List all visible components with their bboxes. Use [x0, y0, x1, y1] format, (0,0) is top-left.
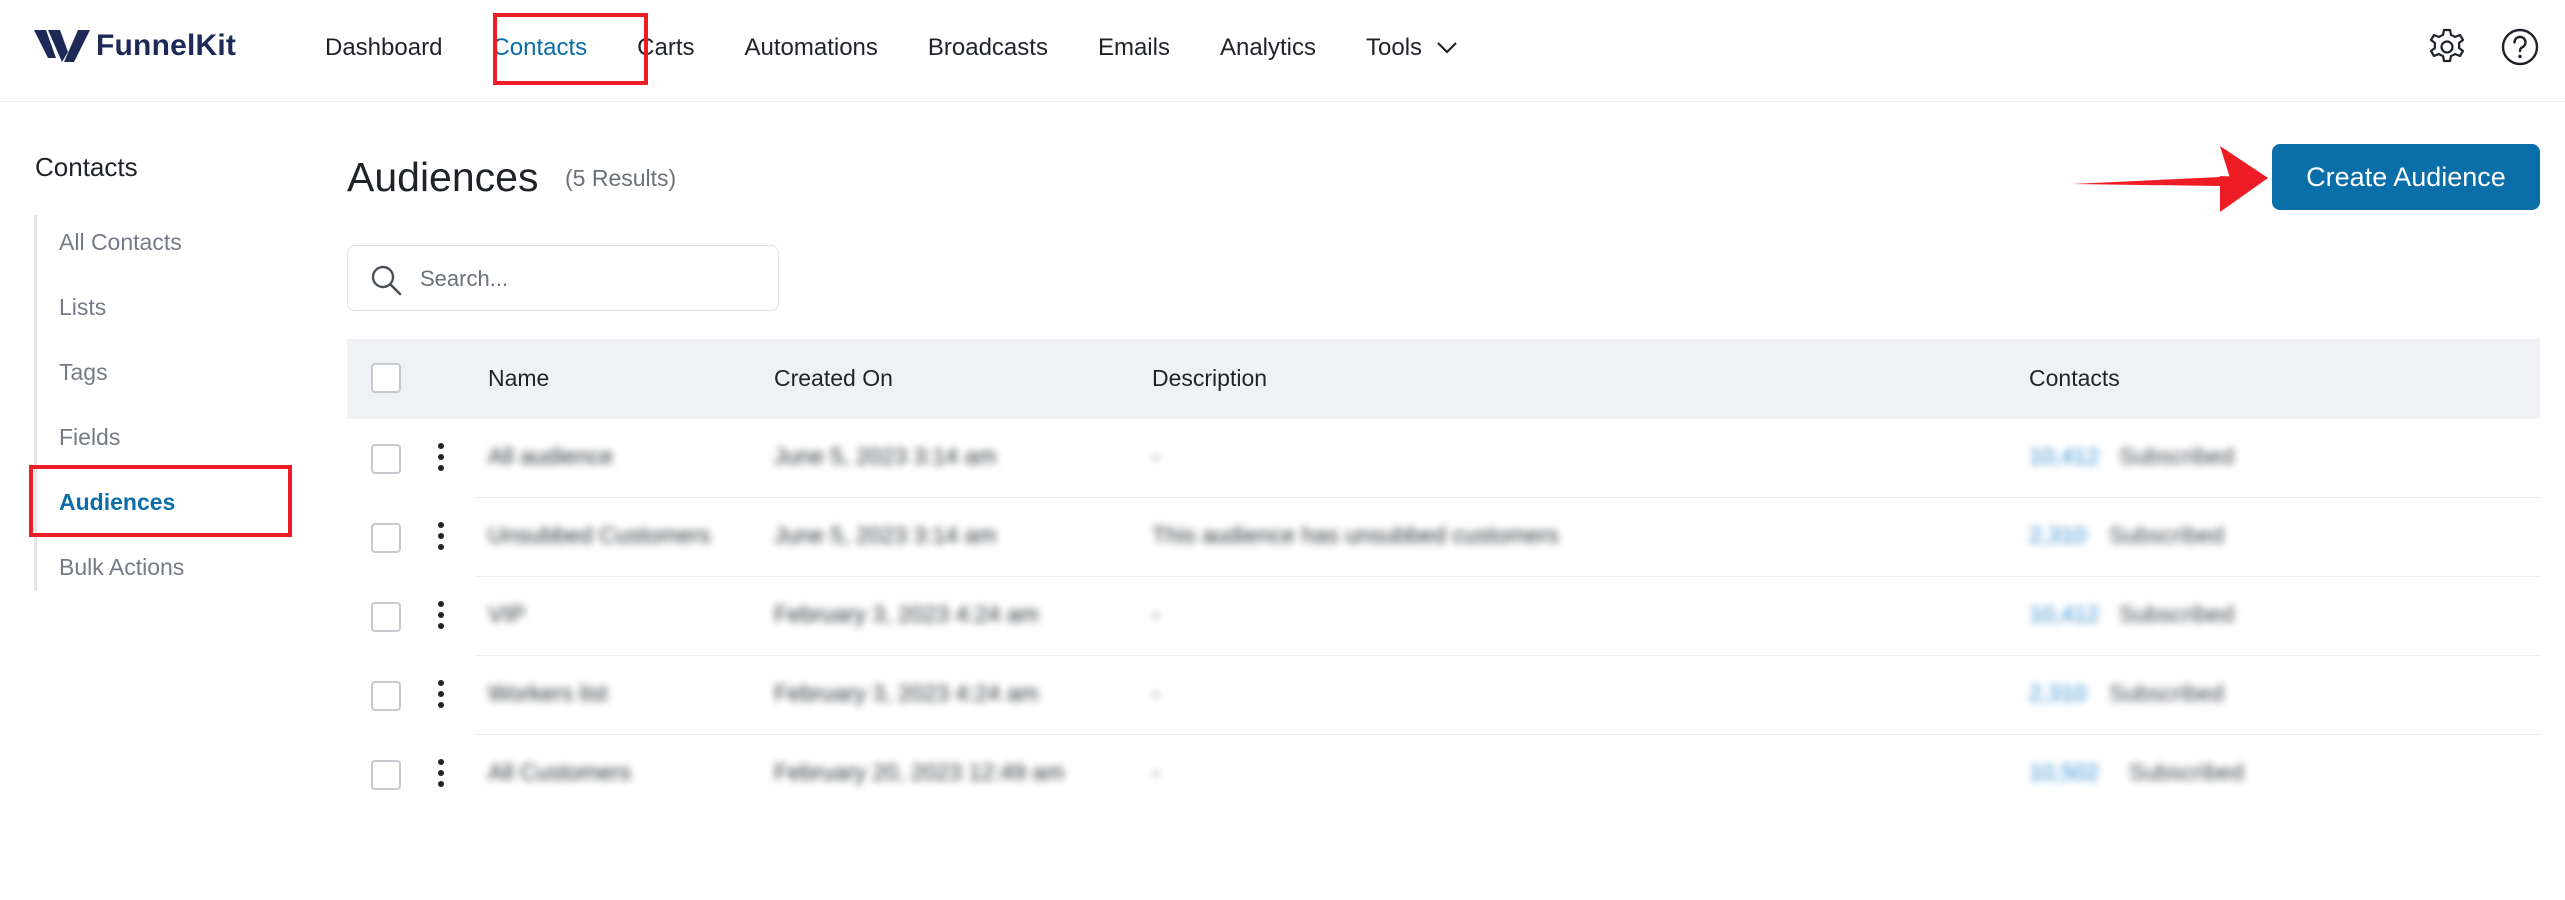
sidebar-item-lists[interactable]: Lists — [59, 294, 106, 321]
row-actions-icon[interactable] — [437, 522, 445, 552]
table-header: Name Created On Description Contacts — [347, 339, 2540, 419]
results-count: (5 Results) — [565, 165, 677, 191]
row-name[interactable]: VIP — [488, 601, 525, 628]
row-checkbox[interactable] — [371, 760, 401, 790]
column-header-description: Description — [1152, 365, 1268, 391]
row-actions-icon[interactable] — [437, 680, 445, 710]
red-arrow-annotation — [2072, 146, 2268, 212]
top-navigation-bar: FunnelKit Dashboard Contacts Carts Autom… — [0, 0, 2565, 102]
create-audience-button[interactable]: Create Audience — [2272, 144, 2540, 210]
row-created-on: June 5, 2023 3:14 am — [774, 522, 997, 548]
row-created-on: February 3, 2023 4:24 am — [774, 601, 1039, 627]
column-header-name[interactable]: Name — [488, 365, 549, 392]
row-description: This audience has unsubbed customers — [1152, 522, 1559, 548]
nav-tools[interactable]: Tools — [1341, 13, 1483, 83]
chevron-down-icon — [1437, 42, 1457, 54]
sidebar-item-tags[interactable]: Tags — [59, 359, 108, 386]
sidebar-item-audiences[interactable]: Audiences — [59, 489, 175, 516]
row-checkbox[interactable] — [371, 444, 401, 474]
row-contacts-label: Subscribed — [2109, 522, 2225, 548]
row-created-on: June 5, 2023 3:14 am — [774, 443, 997, 469]
funnelkit-logo[interactable]: FunnelKit — [34, 24, 236, 68]
search-box — [347, 245, 779, 311]
row-contacts-label: Subscribed — [2119, 601, 2235, 627]
sidebar-item-bulk-actions[interactable]: Bulk Actions — [59, 554, 184, 581]
row-created-on: February 20, 2023 12:49 am — [774, 759, 1065, 785]
row-description: - — [1152, 759, 1160, 785]
sidebar-item-fields[interactable]: Fields — [59, 424, 120, 451]
row-name[interactable]: All audience — [488, 443, 613, 470]
row-name[interactable]: All Customers — [488, 759, 631, 786]
row-actions-icon[interactable] — [437, 601, 445, 631]
sidebar-title: Contacts — [35, 152, 138, 182]
row-contacts-label: Subscribed — [2119, 443, 2235, 469]
row-checkbox[interactable] — [371, 523, 401, 553]
search-icon — [371, 265, 402, 296]
table-row[interactable]: All audience June 5, 2023 3:14 am - 10,4… — [347, 419, 2540, 498]
page-title: Audiences — [347, 154, 539, 200]
column-header-contacts: Contacts — [2029, 365, 2120, 391]
row-description: - — [1152, 601, 1160, 627]
table-row[interactable]: Workers list February 3, 2023 4:24 am - … — [347, 656, 2540, 735]
sidebar-rail — [34, 215, 37, 591]
row-contacts-label: Subscribed — [2129, 759, 2245, 785]
main-nav: Dashboard Contacts Carts Automations Bro… — [300, 0, 1483, 96]
select-all-checkbox[interactable] — [371, 363, 401, 393]
gear-icon[interactable] — [2427, 27, 2467, 67]
table-row[interactable]: Unsubbed Customers June 5, 2023 3:14 am … — [347, 498, 2540, 577]
nav-emails[interactable]: Emails — [1073, 13, 1195, 83]
row-checkbox[interactable] — [371, 681, 401, 711]
table-row[interactable]: VIP February 3, 2023 4:24 am - 10,412 Su… — [347, 577, 2540, 656]
funnelkit-logo-icon — [34, 30, 90, 62]
row-description: - — [1152, 443, 1160, 469]
nav-carts[interactable]: Carts — [612, 13, 719, 83]
row-contacts-count[interactable]: 10,502 — [2029, 759, 2099, 786]
nav-broadcasts[interactable]: Broadcasts — [903, 13, 1073, 83]
row-contacts-label: Subscribed — [2109, 680, 2225, 706]
search-input[interactable] — [420, 260, 760, 298]
row-actions-icon[interactable] — [437, 443, 445, 473]
help-icon[interactable] — [2500, 27, 2540, 67]
nav-dashboard[interactable]: Dashboard — [300, 13, 467, 83]
row-checkbox[interactable] — [371, 602, 401, 632]
sidebar-item-all-contacts[interactable]: All Contacts — [59, 229, 182, 256]
row-contacts-count[interactable]: 10,412 — [2029, 601, 2099, 628]
row-contacts-count[interactable]: 2,310 — [2029, 522, 2087, 549]
nav-tools-label: Tools — [1366, 34, 1423, 61]
row-contacts-count[interactable]: 10,412 — [2029, 443, 2099, 470]
column-header-created-on[interactable]: Created On — [774, 365, 893, 392]
nav-analytics[interactable]: Analytics — [1195, 13, 1341, 83]
nav-contacts[interactable]: Contacts — [467, 13, 612, 83]
row-name[interactable]: Unsubbed Customers — [488, 522, 710, 549]
table-row[interactable]: All Customers February 20, 2023 12:49 am… — [347, 735, 2540, 814]
row-contacts-count[interactable]: 2,310 — [2029, 680, 2087, 707]
nav-automations[interactable]: Automations — [719, 13, 902, 83]
row-created-on: February 3, 2023 4:24 am — [774, 680, 1039, 706]
logo-wordmark: FunnelKit — [96, 29, 237, 62]
row-description: - — [1152, 680, 1160, 706]
row-name[interactable]: Workers list — [488, 680, 608, 707]
row-actions-icon[interactable] — [437, 759, 445, 789]
